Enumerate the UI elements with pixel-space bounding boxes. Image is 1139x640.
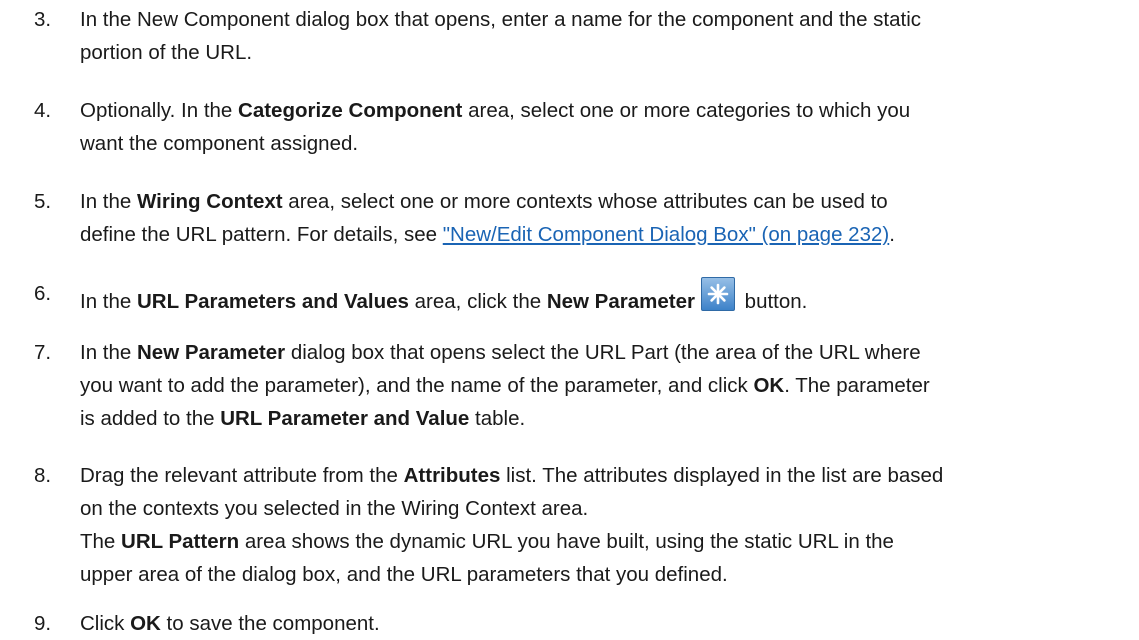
step-line: upper area of the dialog box, and the UR… [80,563,728,586]
step-line: on the contexts you selected in the Wiri… [80,497,589,520]
step-number: 6. [34,282,52,305]
step-line: you want to add the parameter), and the … [80,374,754,397]
ui-term: New Parameter [137,341,286,364]
step-line: In the [80,341,137,364]
cross-reference-link[interactable]: "New/Edit Component Dialog Box" (on page… [443,223,889,246]
ui-term: OK [753,374,785,397]
step-line: is added to the [80,407,221,430]
ui-term: Categorize Component [238,99,463,122]
step-line: In the New Component dialog box that ope… [80,8,922,31]
step-line: Optionally. In the [80,99,239,122]
new-parameter-icon [700,277,735,311]
step-line: . The parameter [784,374,930,397]
step-line: portion of the URL. [80,41,253,64]
step-number: 3. [34,8,52,31]
step-line: area, click the [408,290,547,313]
step-text: In the Wiring Context area, select one o… [80,185,1110,251]
step-text: Optionally. In the Categorize Component … [80,94,1110,160]
step-line: define the URL pattern. For details, see [80,223,443,246]
ui-term: OK [130,612,161,635]
step-line: table. [469,407,526,430]
step-text: Click OK to save the component. [80,607,1110,640]
ui-term: Wiring Context [137,190,283,213]
step-text: Drag the relevant attribute from the Att… [80,459,1110,591]
step-line: area, select one or more categories to w… [462,99,911,122]
step-number: 4. [34,99,52,122]
step-line: Click [80,612,131,635]
procedure-steps: 3. In the New Component dialog box that … [0,0,1139,640]
step-line: to save the component. [160,612,380,635]
step-line: . [889,223,895,246]
step-text: In the URL Parameters and Values area, c… [80,277,1110,318]
step-text: In the New Parameter dialog box that ope… [80,336,1110,435]
step-line: button. [738,290,808,313]
step-line: list. The attributes displayed in the li… [500,464,944,487]
step-line: dialog box that opens select the URL Par… [285,341,921,364]
step-line: In the [80,290,137,313]
step-number: 8. [34,464,52,487]
ui-term: Attributes [403,464,501,487]
step-line: area shows the dynamic URL you have buil… [239,530,894,553]
step-line: The [80,530,122,553]
step-number: 7. [34,341,52,364]
ui-term: URL Parameter and Value [220,407,470,430]
step-number: 9. [34,612,52,635]
ui-term: URL Pattern [121,530,240,553]
step-line: In the [80,190,137,213]
step-number: 5. [34,190,52,213]
step-text: In the New Component dialog box that ope… [80,3,1110,69]
step-line: want the component assigned. [80,132,359,155]
ui-term: URL Parameters and Values [137,290,409,313]
step-line: Drag the relevant attribute from the [80,464,404,487]
step-line: area, select one or more contexts whose … [282,190,888,213]
ui-term: New Parameter [546,290,695,313]
